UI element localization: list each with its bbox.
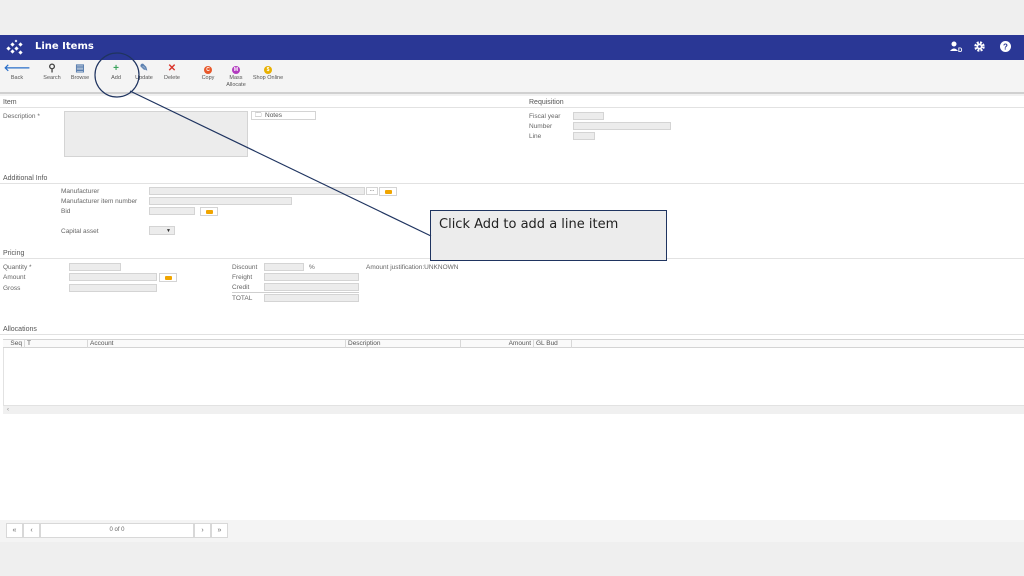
- number-label: Number: [529, 123, 553, 130]
- app-logo-icon: [6, 39, 23, 55]
- col-description[interactable]: Description: [346, 340, 461, 348]
- manufacturer-item-number-field[interactable]: [149, 197, 292, 205]
- prev-page-button[interactable]: ‹: [23, 523, 40, 538]
- first-page-button[interactable]: «: [6, 523, 23, 538]
- copy-button[interactable]: C Copy: [194, 63, 222, 82]
- item-section-title: Item: [3, 99, 17, 106]
- total-divider: [232, 292, 359, 293]
- line-field[interactable]: [573, 132, 595, 140]
- shop-online-icon: $: [264, 66, 272, 74]
- col-gl-bud[interactable]: GL Bud: [534, 340, 572, 348]
- notes-button[interactable]: 🗀 Notes: [251, 111, 316, 120]
- quantity-label: Quantity *: [3, 264, 32, 271]
- discount-field[interactable]: [264, 263, 304, 271]
- browse-button[interactable]: ▤ Browse: [66, 63, 94, 82]
- total-field: [264, 294, 359, 302]
- bid-folder-icon[interactable]: [200, 207, 218, 216]
- shop-online-button[interactable]: $ Shop Online: [252, 63, 284, 82]
- description-label: Description *: [3, 113, 40, 120]
- svg-text:D: D: [958, 48, 963, 54]
- user-switch-icon[interactable]: D: [948, 40, 963, 55]
- gross-label: Gross: [3, 285, 21, 292]
- requisition-section-title: Requisition: [529, 99, 564, 106]
- pricing-section-title: Pricing: [3, 250, 25, 257]
- add-button[interactable]: + Add: [102, 63, 130, 82]
- additional-info-section-title: Additional Info: [3, 175, 48, 182]
- credit-field[interactable]: [264, 283, 359, 291]
- gross-field: [69, 284, 157, 292]
- number-field[interactable]: [573, 122, 671, 130]
- quantity-field[interactable]: [69, 263, 121, 271]
- mass-allocate-icon: M: [232, 66, 240, 74]
- amount-field[interactable]: [69, 273, 157, 281]
- amount-justification-text: Amount justification:UNKNOWN: [366, 264, 459, 271]
- manufacturer-folder-icon[interactable]: [379, 187, 397, 196]
- svg-text:?: ?: [1003, 43, 1008, 52]
- bid-label: Bid: [61, 208, 71, 215]
- next-page-button[interactable]: ›: [194, 523, 211, 538]
- page-status: 0 of 0: [40, 523, 194, 538]
- allocations-section-title: Allocations: [3, 326, 37, 333]
- manufacturer-lookup-button[interactable]: ...: [366, 187, 378, 195]
- allocations-divider: [0, 334, 1024, 335]
- freight-field[interactable]: [264, 273, 359, 281]
- manufacturer-field[interactable]: [149, 187, 365, 195]
- amount-folder-icon[interactable]: [159, 273, 177, 282]
- delete-x-icon: ✕: [167, 63, 177, 74]
- copy-icon: C: [204, 66, 212, 74]
- fiscal-year-label: Fiscal year: [529, 113, 561, 120]
- item-divider: [0, 107, 1024, 108]
- col-amount[interactable]: Amount: [461, 340, 534, 348]
- credit-label: Credit: [232, 284, 250, 291]
- percent-label: %: [309, 264, 315, 271]
- manufacturer-item-number-label: Manufacturer item number: [61, 198, 138, 205]
- back-arrow-icon: 🡐: [3, 63, 31, 74]
- form-content: Item Description * 🗀 Notes Requisition F…: [0, 96, 1024, 520]
- top-spacer: [0, 0, 1024, 35]
- capital-asset-select[interactable]: ▼: [149, 226, 175, 235]
- update-button[interactable]: ✎ Update: [130, 63, 158, 82]
- delete-button[interactable]: ✕ Delete: [158, 63, 186, 82]
- last-page-button[interactable]: »: [211, 523, 228, 538]
- tutorial-callout: Click Add to add a line item: [430, 210, 667, 261]
- fiscal-year-field[interactable]: [573, 112, 604, 120]
- bottom-spacer: [0, 542, 1024, 576]
- help-icon[interactable]: ?: [998, 40, 1013, 55]
- bid-field[interactable]: [149, 207, 195, 215]
- horizontal-scrollbar[interactable]: ‹: [3, 405, 1024, 414]
- line-label: Line: [529, 133, 542, 140]
- total-label: TOTAL: [232, 295, 253, 302]
- pager-bar: « ‹ 0 of 0 › »: [0, 520, 1024, 542]
- search-button[interactable]: ⚲ Search: [38, 63, 66, 82]
- discount-label: Discount: [232, 264, 258, 271]
- gear-icon[interactable]: [972, 40, 987, 55]
- search-icon: ⚲: [48, 63, 56, 74]
- manufacturer-label: Manufacturer: [61, 188, 100, 195]
- app-header: Line Items D ?: [0, 35, 1024, 60]
- folder-icon: 🗀: [255, 112, 262, 119]
- browse-icon: ▤: [75, 63, 85, 74]
- description-field[interactable]: [64, 111, 248, 157]
- update-icon: ✎: [139, 63, 149, 74]
- col-account[interactable]: Account: [88, 340, 346, 348]
- amount-label: Amount: [3, 274, 26, 281]
- mass-allocate-button[interactable]: M Mass Allocate: [222, 63, 250, 89]
- allocations-grid-header: Seq T Account Description Amount GL Bud: [3, 339, 1024, 348]
- back-button[interactable]: 🡐 Back: [3, 63, 31, 82]
- col-t[interactable]: T: [25, 340, 88, 348]
- col-seq[interactable]: Seq: [3, 340, 25, 348]
- page-title: Line Items: [35, 41, 94, 52]
- additional-divider: [0, 183, 1024, 184]
- plus-icon: +: [113, 63, 119, 74]
- freight-label: Freight: [232, 274, 253, 281]
- capital-asset-label: Capital asset: [61, 228, 99, 235]
- chevron-down-icon: ▼: [166, 228, 171, 234]
- toolbar: 🡐 Back ⚲ Search ▤ Browse + Add ✎ Update …: [0, 60, 1024, 94]
